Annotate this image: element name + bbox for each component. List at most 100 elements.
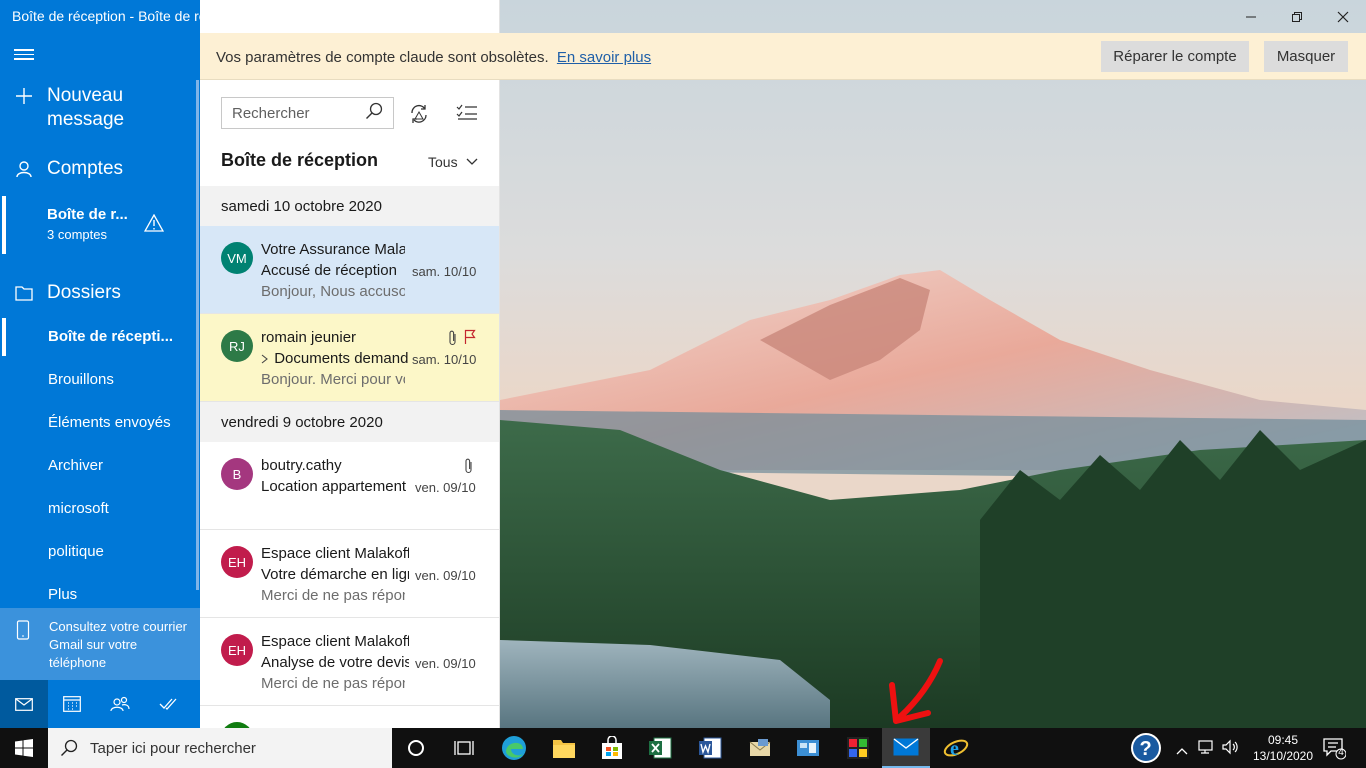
- svg-text:?: ?: [1140, 738, 1152, 760]
- message-row[interactable]: EH Espace client Malakoff Votre démarche…: [200, 530, 499, 618]
- envelope-icon: [749, 739, 771, 756]
- internet-explorer-app[interactable]: e: [932, 728, 980, 768]
- banner-text: Vos paramètres de compte claude sont obs…: [216, 49, 549, 66]
- message-subject: Votre démarche en ligne: [261, 566, 409, 583]
- help-button[interactable]: ?: [1130, 732, 1162, 768]
- learn-more-link[interactable]: En savoir plus: [557, 49, 651, 66]
- volume-button[interactable]: [1222, 739, 1240, 760]
- excel-icon: [649, 737, 672, 759]
- calendar-icon: [63, 696, 81, 712]
- mail-app-button[interactable]: [0, 680, 48, 728]
- folder-archive[interactable]: Archiver: [48, 457, 103, 474]
- taskbar-clock[interactable]: 09:45 13/10/2020: [1248, 732, 1318, 764]
- mail-taskbar-app[interactable]: [882, 728, 930, 768]
- attachment-icon: [449, 330, 456, 346]
- warning-icon: [143, 213, 165, 232]
- message-row[interactable]: RJ romain jeunier Documents demandés Bon…: [200, 314, 499, 402]
- excel-app[interactable]: [636, 728, 684, 768]
- action-center-button[interactable]: 4: [1322, 736, 1347, 765]
- avatar: VM: [221, 242, 253, 274]
- restore-icon: [1292, 11, 1302, 22]
- clock-date: 13/10/2020: [1252, 749, 1314, 763]
- reading-pane: [500, 0, 1366, 728]
- message-date: sam. 10/10: [412, 264, 477, 279]
- new-message-button[interactable]: Nouveau message: [0, 84, 200, 132]
- control-panel-icon: [797, 740, 819, 756]
- network-button[interactable]: [1198, 739, 1216, 760]
- accounts-button[interactable]: Comptes: [0, 156, 200, 182]
- message-sender: Votre Assurance Malakoff: [261, 241, 405, 258]
- account-name: Boîte de r...: [47, 206, 128, 223]
- folders-label: Dossiers: [47, 282, 121, 303]
- banner-message: Vos paramètres de compte claude sont obs…: [216, 49, 651, 66]
- folder-icon: [14, 286, 33, 301]
- filter-dropdown[interactable]: Tous: [428, 154, 478, 170]
- avatar: RJ: [221, 330, 253, 362]
- message-row[interactable]: EH Espace client Malakoff Analyse de vot…: [200, 618, 499, 706]
- app-switcher: [0, 680, 200, 728]
- message-row[interactable]: [200, 706, 499, 728]
- message-subject: Location appartement: [261, 478, 407, 495]
- outlook-envelope-app[interactable]: [736, 728, 784, 768]
- file-explorer-app[interactable]: [540, 728, 588, 768]
- message-sender: romain jeunier: [261, 329, 357, 346]
- attachment-icon: [465, 458, 472, 474]
- hamburger-menu-button[interactable]: [14, 46, 34, 64]
- account-item[interactable]: Boîte de r... 3 comptes: [0, 196, 200, 256]
- message-subject: Accusé de réception: [261, 262, 397, 279]
- taskbar-search[interactable]: Taper ici pour rechercher: [48, 728, 392, 768]
- maximize-button[interactable]: [1274, 0, 1320, 33]
- message-date: ven. 09/10: [415, 480, 476, 495]
- control-panel-app[interactable]: [784, 728, 832, 768]
- folders-button[interactable]: Dossiers: [0, 280, 200, 306]
- people-icon: [110, 696, 130, 712]
- task-view-button[interactable]: [440, 728, 488, 768]
- search-box[interactable]: Rechercher: [221, 97, 394, 129]
- sync-button[interactable]: [408, 103, 430, 130]
- filter-label: Tous: [428, 154, 458, 170]
- cortana-button[interactable]: [392, 728, 440, 768]
- message-preview: Merci de ne pas répondre: [261, 675, 405, 692]
- inbox-title: Boîte de réception: [221, 150, 379, 170]
- word-app[interactable]: [686, 728, 734, 768]
- selected-indicator: [2, 196, 6, 254]
- gmail-phone-promo[interactable]: Consultez votre courrier Gmail sur votre…: [0, 608, 200, 680]
- flag-icon[interactable]: [464, 329, 476, 345]
- nav-scrollbar[interactable]: [196, 80, 199, 590]
- task-view-icon: [454, 741, 474, 755]
- folder-more[interactable]: Plus: [48, 586, 77, 603]
- calendar-app-button[interactable]: [48, 680, 96, 728]
- folder-drafts[interactable]: Brouillons: [48, 371, 114, 388]
- avatar: B: [221, 458, 253, 490]
- repair-account-button[interactable]: Réparer le compte: [1101, 41, 1249, 72]
- account-warning-banner: Vos paramètres de compte claude sont obs…: [200, 33, 1366, 80]
- red-arrow-annotation: [880, 655, 950, 735]
- people-app-button[interactable]: [96, 680, 144, 728]
- message-row[interactable]: VM Votre Assurance Malakoff Accusé de ré…: [200, 226, 499, 314]
- chevron-right-icon: [261, 354, 268, 363]
- close-button[interactable]: [1320, 0, 1366, 33]
- folder-microsoft[interactable]: microsoft: [48, 500, 109, 517]
- dismiss-banner-button[interactable]: Masquer: [1264, 41, 1348, 72]
- selection-mode-button[interactable]: [456, 103, 478, 126]
- edge-app[interactable]: [490, 728, 538, 768]
- message-preview: Bonjour. Merci pour votre: [261, 371, 405, 388]
- store-app[interactable]: [588, 728, 636, 768]
- todo-app-button[interactable]: [144, 680, 192, 728]
- minimize-button[interactable]: [1228, 0, 1274, 33]
- clock-time: 09:45: [1267, 733, 1299, 747]
- folder-politique[interactable]: politique: [48, 543, 104, 560]
- message-date: ven. 09/10: [415, 568, 476, 583]
- network-icon: [1198, 740, 1213, 754]
- message-row[interactable]: B boutry.cathy Location appartement ven.…: [200, 442, 499, 530]
- folder-sent[interactable]: Éléments envoyés: [48, 414, 171, 431]
- show-hidden-icons-button[interactable]: [1176, 742, 1188, 760]
- start-button[interactable]: [0, 728, 48, 768]
- folder-inbox[interactable]: Boîte de récepti...: [48, 328, 173, 345]
- taskbar-search-input[interactable]: Taper ici pour rechercher: [90, 740, 256, 757]
- avatar: EH: [221, 634, 253, 666]
- account-count: 3 comptes: [47, 227, 107, 242]
- message-subject-row: Documents demandés: [261, 350, 409, 367]
- paint-app[interactable]: [834, 728, 882, 768]
- search-input[interactable]: Rechercher: [232, 105, 365, 122]
